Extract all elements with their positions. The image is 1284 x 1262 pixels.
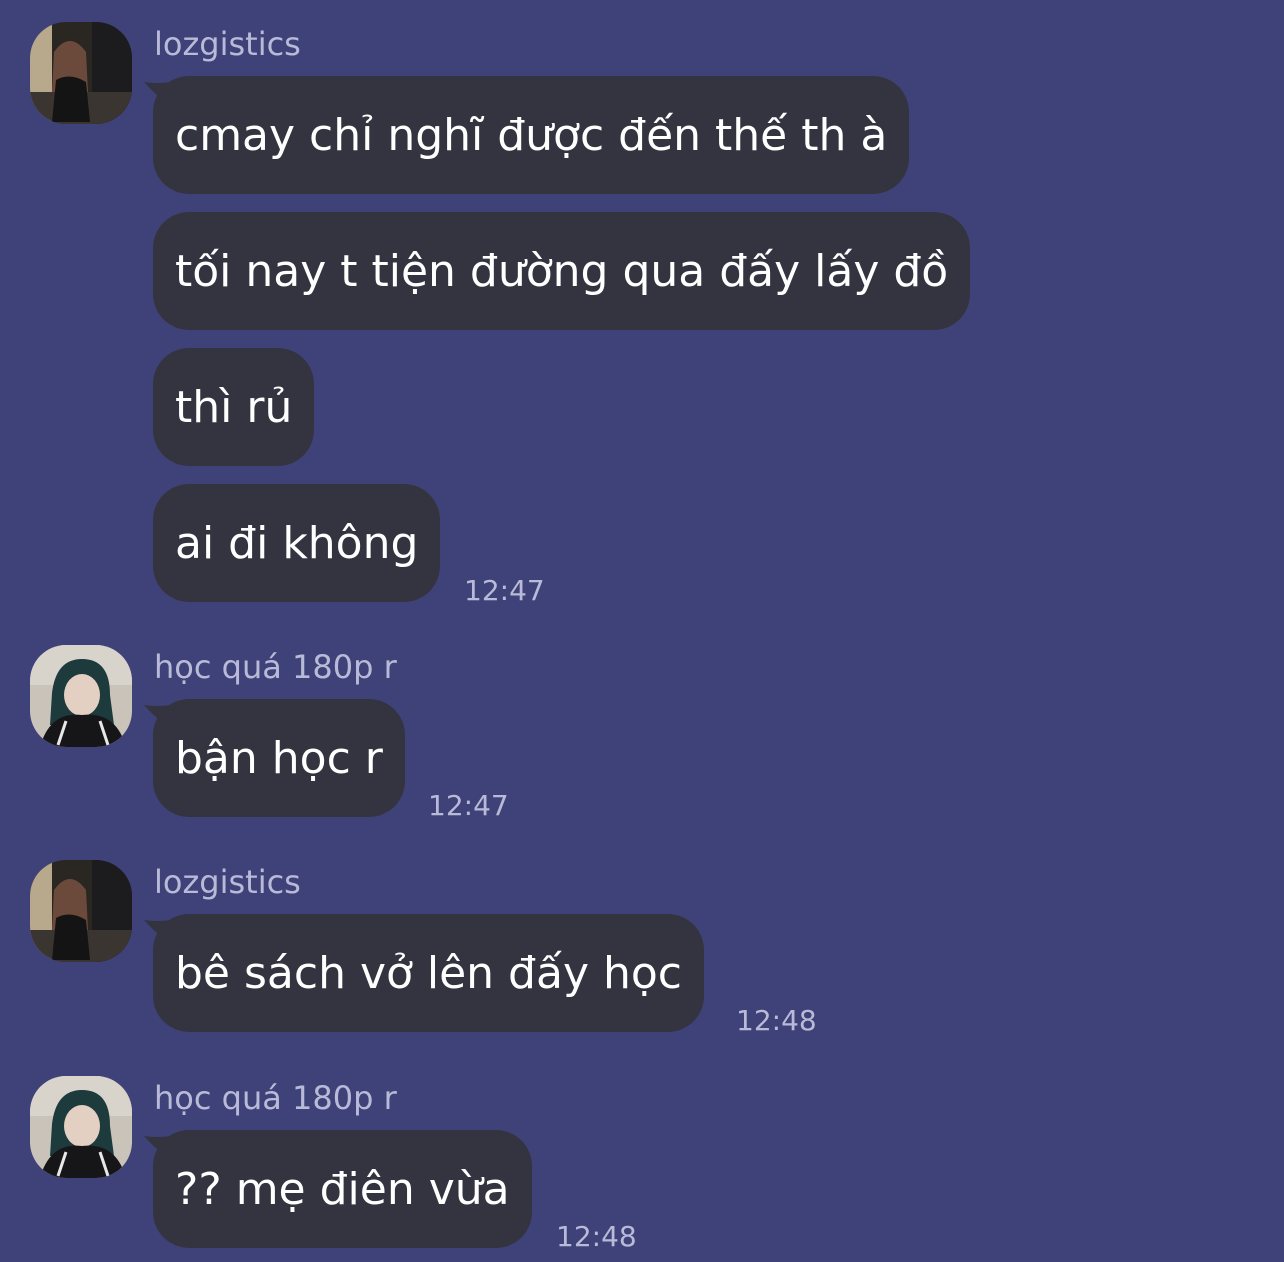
- message-bubble[interactable]: tối nay t tiện đường qua đấy lấy đồ: [153, 212, 971, 330]
- sender-name: lozgistics: [154, 25, 301, 63]
- avatar-lozgistics[interactable]: [30, 22, 132, 124]
- message-text: bê sách vở lên đấy học: [175, 947, 682, 999]
- message-bubble[interactable]: ?? mẹ điên vừa: [153, 1130, 532, 1248]
- message-text: cmay chỉ nghĩ được đến thế th à: [175, 109, 888, 161]
- message-timestamp: 12:47: [464, 574, 545, 607]
- message-timestamp: 12:48: [736, 1004, 817, 1037]
- sender-name: lozgistics: [154, 863, 301, 901]
- avatar-hoc-qua[interactable]: [30, 645, 132, 747]
- message-text: thì rủ: [175, 381, 293, 433]
- message-text: bận học r: [175, 732, 383, 784]
- avatar-hoc-qua[interactable]: [30, 1076, 132, 1178]
- message-timestamp: 12:47: [428, 789, 509, 822]
- chat-view[interactable]: lozgistics cmay chỉ nghĩ được đến thế th…: [0, 0, 1284, 1262]
- message-bubble[interactable]: bê sách vở lên đấy học: [153, 914, 704, 1032]
- message-text: ai đi không: [175, 517, 419, 569]
- message-text: ?? mẹ điên vừa: [175, 1163, 510, 1215]
- message-text: tối nay t tiện đường qua đấy lấy đồ: [175, 245, 949, 297]
- message-bubble[interactable]: thì rủ: [153, 348, 315, 466]
- message-bubble[interactable]: ai đi không: [153, 484, 441, 602]
- sender-name: học quá 180p r: [154, 648, 397, 686]
- message-timestamp: 12:48: [556, 1220, 637, 1253]
- message-bubble[interactable]: bận học r: [153, 699, 405, 817]
- avatar-lozgistics[interactable]: [30, 860, 132, 962]
- message-bubble[interactable]: cmay chỉ nghĩ được đến thế th à: [153, 76, 910, 194]
- sender-name: học quá 180p r: [154, 1079, 397, 1117]
